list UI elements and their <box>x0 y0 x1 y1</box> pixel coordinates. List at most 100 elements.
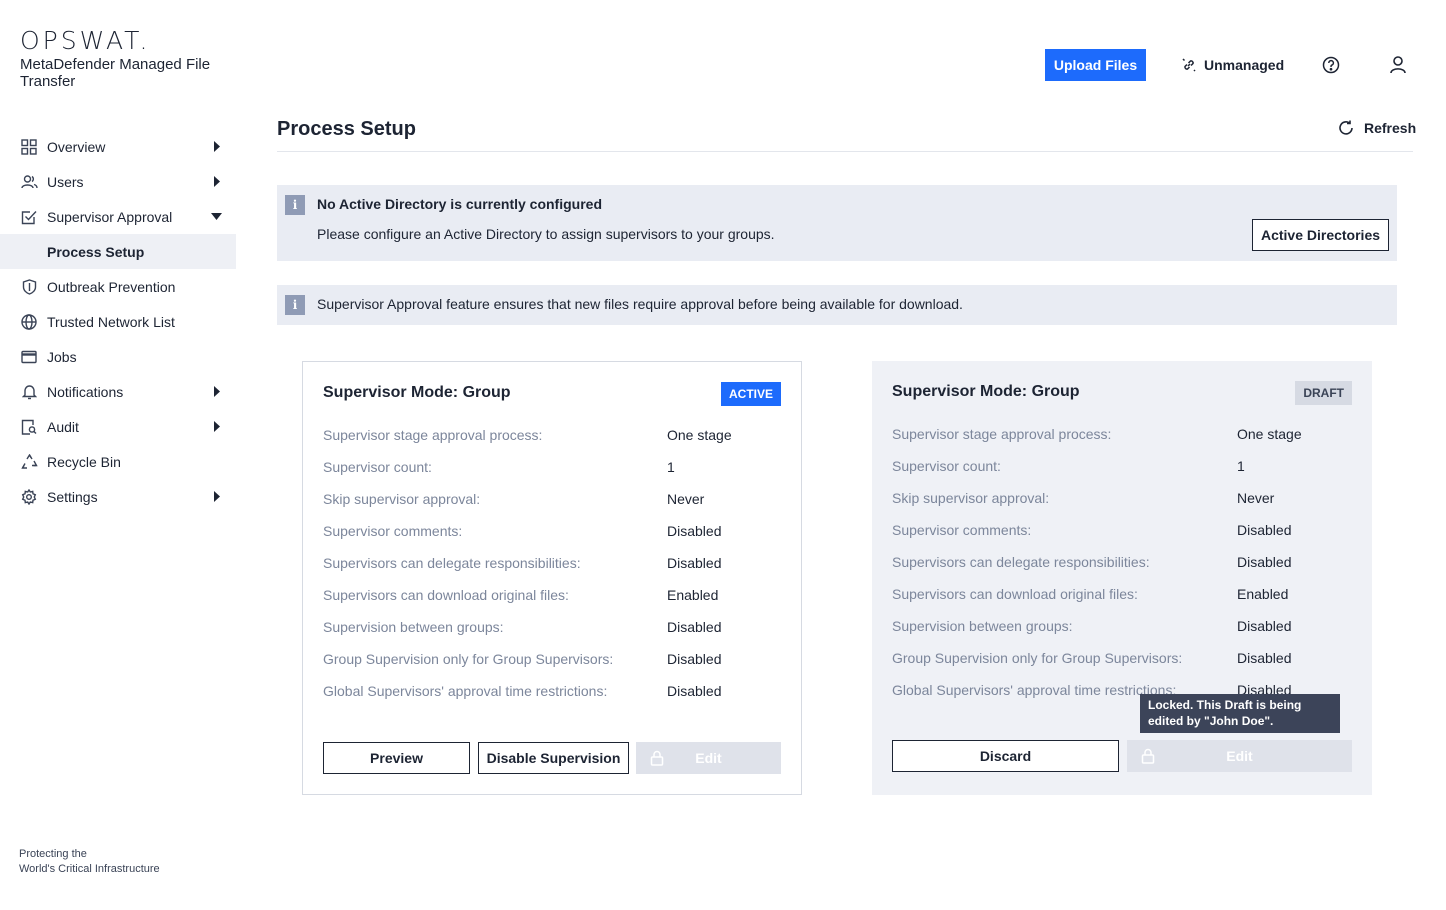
setting-value: Never <box>667 491 705 507</box>
jobs-icon <box>20 348 38 366</box>
audit-icon <box>20 418 38 436</box>
chevron-right-icon <box>214 491 220 502</box>
chevron-down-icon <box>211 213 222 220</box>
settings-row: Supervisors can download original files:… <box>323 583 783 615</box>
user-icon[interactable] <box>1388 54 1408 76</box>
feature-info-alert: i Supervisor Approval feature ensures th… <box>277 285 1397 325</box>
setting-label: Skip supervisor approval: <box>892 490 1050 506</box>
status-badge: ACTIVE <box>720 382 781 406</box>
setting-value: Disabled <box>667 555 722 571</box>
chevron-right-icon <box>214 176 220 187</box>
sidebar-item-supervisor-approval[interactable]: Supervisor Approval <box>0 199 236 234</box>
sidebar-item-label: Process Setup <box>47 243 145 260</box>
active-directories-button[interactable]: Active Directories <box>1252 219 1389 251</box>
settings-row: Supervisor count: 1 <box>892 454 1352 486</box>
setting-label: Supervisor stage approval process: <box>892 426 1112 442</box>
setting-value: Enabled <box>1237 586 1289 602</box>
setting-label: Supervisor stage approval process: <box>323 427 543 443</box>
info-icon: i <box>285 295 305 315</box>
recycle-icon <box>20 453 38 471</box>
setting-label: Global Supervisors' approval time restri… <box>892 682 1177 698</box>
setting-value: Disabled <box>1237 522 1292 538</box>
setting-value: Enabled <box>667 587 719 603</box>
sidebar-item-audit[interactable]: Audit <box>0 409 236 444</box>
sidebar-item-label: Trusted Network List <box>47 313 175 330</box>
discard-button[interactable]: Discard <box>892 740 1119 772</box>
sidebar-item-settings[interactable]: Settings <box>0 479 236 514</box>
setting-value: Disabled <box>1237 618 1292 634</box>
sidebar-item-outbreak-prevention[interactable]: Outbreak Prevention <box>0 269 236 304</box>
setting-value: Disabled <box>1237 650 1292 666</box>
unmanaged-label: Unmanaged <box>1204 57 1285 73</box>
unmanaged-button[interactable]: Unmanaged <box>1182 55 1284 75</box>
page-title: Process Setup <box>277 118 416 140</box>
setting-label: Global Supervisors' approval time restri… <box>323 683 608 699</box>
settings-row: Skip supervisor approval: Never <box>323 487 783 519</box>
setting-label: Group Supervision only for Group Supervi… <box>892 650 1183 666</box>
locked-tooltip: Locked. This Draft is being edited by "J… <box>1140 694 1340 733</box>
refresh-label: Refresh <box>1364 120 1417 136</box>
sidebar-item-jobs[interactable]: Jobs <box>0 339 236 374</box>
edit-label: Edit <box>695 750 722 766</box>
setting-value: Disabled <box>667 683 722 699</box>
sidebar-item-trusted-network-list[interactable]: Trusted Network List <box>0 304 236 339</box>
title-divider <box>277 151 1413 152</box>
setting-label: Supervisor count: <box>892 458 1001 474</box>
globe-icon <box>20 313 38 331</box>
refresh-icon <box>1339 120 1353 135</box>
checkbox-icon <box>20 208 38 226</box>
users-icon <box>20 173 38 191</box>
tagline-line-1: Protecting the <box>19 848 87 860</box>
setting-value: Disabled <box>667 619 722 635</box>
shield-icon <box>20 278 38 296</box>
sidebar-item-label: Jobs <box>47 348 77 365</box>
sidebar-item-label: Recycle Bin <box>47 453 121 470</box>
setting-label: Supervisors can download original files: <box>323 587 569 603</box>
settings-row: Supervisor comments: Disabled <box>323 519 783 551</box>
sidebar-item-process-setup[interactable]: Process Setup <box>0 234 236 269</box>
preview-button[interactable]: Preview <box>323 742 470 774</box>
setting-value: One stage <box>1237 426 1302 442</box>
sidebar-item-label: Overview <box>47 138 106 155</box>
footer-tagline: Protecting the World's Critical Infrastr… <box>19 847 160 877</box>
edit-button-disabled[interactable]: Edit <box>1127 740 1352 772</box>
upload-files-button[interactable]: Upload Files <box>1045 49 1146 81</box>
setting-value: 1 <box>667 459 675 475</box>
settings-list: Supervisor stage approval process: One st… <box>323 423 783 711</box>
settings-row: Supervisors can delegate responsibilitie… <box>892 550 1352 582</box>
setting-label: Supervisor comments: <box>892 522 1032 538</box>
active-supervisor-card: Supervisor Mode: Group ACTIVE Supervisor… <box>302 361 802 795</box>
setting-label: Skip supervisor approval: <box>323 491 481 507</box>
alert-message: Please configure an Active Directory to … <box>317 226 775 242</box>
settings-row: Group Supervision only for Group Supervi… <box>892 646 1352 678</box>
card-title: Supervisor Mode: Group <box>323 384 511 401</box>
alert-message: Supervisor Approval feature ensures that… <box>317 296 963 312</box>
settings-row: Global Supervisors' approval time restri… <box>323 679 783 711</box>
setting-label: Supervisor comments: <box>323 523 463 539</box>
chevron-right-icon <box>214 386 220 397</box>
settings-row: Supervisors can delegate responsibilitie… <box>323 551 783 583</box>
sidebar-item-label: Users <box>47 173 84 190</box>
lock-icon <box>650 750 664 766</box>
sidebar-nav: Overview Users Supervisor Approval Proce… <box>0 129 236 514</box>
settings-list: Supervisor stage approval process: One st… <box>892 422 1352 710</box>
sidebar-item-label: Notifications <box>47 383 124 400</box>
sidebar-item-notifications[interactable]: Notifications <box>0 374 236 409</box>
setting-label: Supervision between groups: <box>323 619 504 635</box>
chevron-right-icon <box>214 141 220 152</box>
sidebar-item-label: Outbreak Prevention <box>47 278 176 295</box>
setting-value: Never <box>1237 490 1275 506</box>
setting-value: 1 <box>1237 458 1245 474</box>
opswat-logo[interactable]: OPSWAT. <box>20 26 150 55</box>
sidebar-item-overview[interactable]: Overview <box>0 129 236 164</box>
setting-value: Disabled <box>667 651 722 667</box>
settings-row: Skip supervisor approval: Never <box>892 486 1352 518</box>
help-icon[interactable] <box>1321 55 1341 75</box>
sidebar-item-users[interactable]: Users <box>0 164 236 199</box>
edit-button-disabled[interactable]: Edit <box>636 742 781 774</box>
sidebar-item-recycle-bin[interactable]: Recycle Bin <box>0 444 236 479</box>
settings-row: Supervisor stage approval process: One st… <box>323 423 783 455</box>
disable-supervision-button[interactable]: Disable Supervision <box>478 742 629 774</box>
setting-label: Supervisor count: <box>323 459 432 475</box>
refresh-button[interactable]: Refresh <box>1337 118 1416 138</box>
